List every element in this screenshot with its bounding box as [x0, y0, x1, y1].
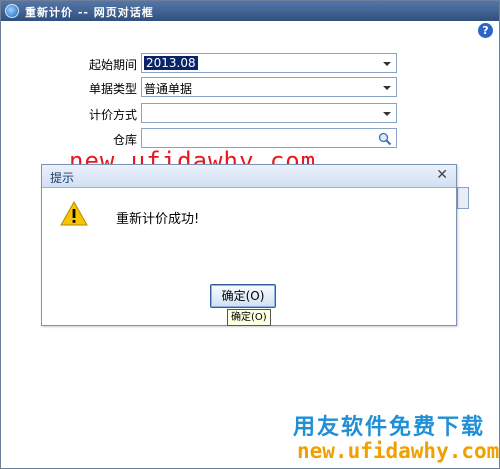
warehouse-label: 仓库: [112, 133, 137, 147]
search-icon[interactable]: [378, 132, 392, 146]
dialog-message: 重新计价成功!: [116, 212, 200, 227]
start-period-select[interactable]: 2013.08: [141, 53, 397, 73]
chevron-down-icon[interactable]: [383, 86, 391, 90]
warning-icon: [60, 201, 88, 226]
help-icon[interactable]: ?: [478, 23, 493, 38]
close-icon[interactable]: ✕: [436, 168, 448, 182]
watermark-brand-name: 用友软件免费下载: [293, 415, 486, 440]
pricing-method-label: 计价方式: [88, 108, 137, 122]
dialog-title: 提示: [50, 171, 75, 185]
form-row-doc-type: 单据类型 普通单据: [61, 77, 401, 99]
window-title: 重新计价 -- 网页对话框: [25, 6, 154, 19]
start-period-value: 2013.08: [144, 56, 198, 70]
dialog-titlebar[interactable]: 提示 ✕: [42, 165, 456, 188]
watermark-bottom-url: new.ufidawhy.com: [297, 439, 500, 463]
pricing-method-select[interactable]: [141, 103, 397, 123]
chevron-down-icon[interactable]: [383, 112, 391, 116]
background-button[interactable]: [457, 187, 469, 209]
ok-button[interactable]: 确定(O): [210, 284, 276, 308]
ie-icon: [5, 4, 19, 18]
start-period-label: 起始期间: [88, 58, 137, 72]
warehouse-field[interactable]: [141, 128, 397, 148]
doc-type-select[interactable]: 普通单据: [141, 77, 397, 97]
window-titlebar[interactable]: 重新计价 -- 网页对话框: [1, 1, 499, 21]
message-dialog: 提示 ✕ 重新计价成功! 确定(O): [41, 164, 457, 326]
ok-tooltip: 确定(O): [227, 309, 271, 326]
dialog-window: 重新计价 -- 网页对话框 ? 起始期间 2013.08 单据类型 普通单据 计…: [0, 0, 500, 469]
doc-type-label: 单据类型: [88, 82, 137, 96]
chevron-down-icon[interactable]: [383, 62, 391, 66]
form-row-pricing-method: 计价方式: [61, 103, 401, 125]
form-row-start-period: 起始期间 2013.08: [61, 53, 401, 75]
doc-type-value: 普通单据: [144, 82, 193, 96]
